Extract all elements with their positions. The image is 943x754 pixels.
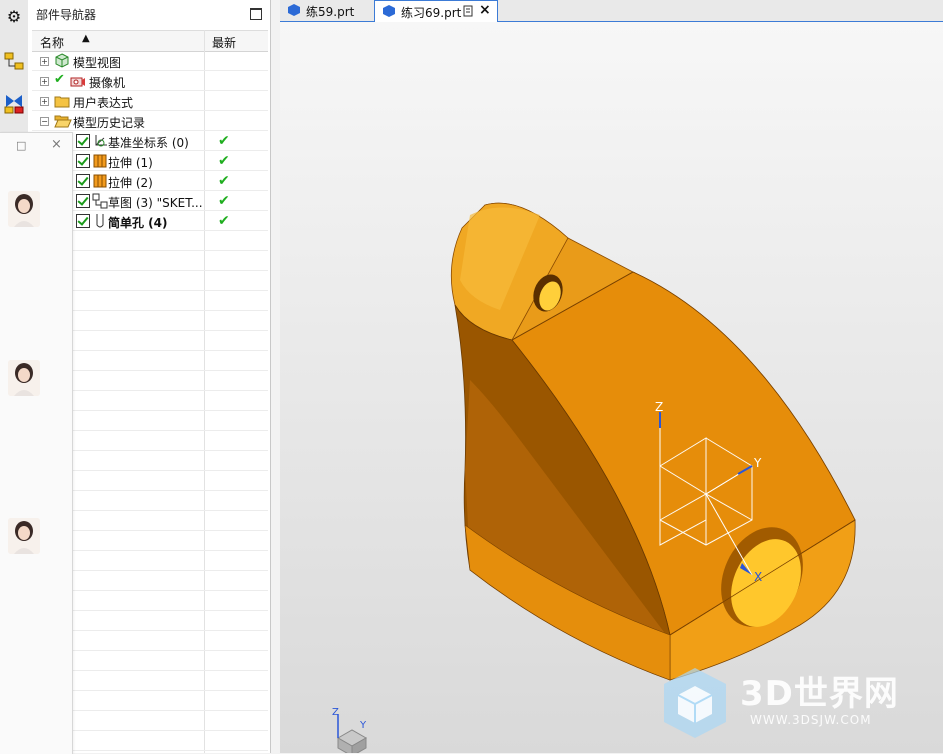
restore-icon[interactable]: □ bbox=[16, 139, 26, 152]
grid-row-line bbox=[32, 110, 268, 111]
avatar[interactable] bbox=[8, 191, 40, 227]
latest-status-icon: ✔ bbox=[218, 153, 230, 169]
watermark-logo-icon bbox=[660, 664, 730, 742]
assembly-navigator-icon[interactable] bbox=[2, 50, 26, 74]
tree-row-label: 摄像机 bbox=[89, 76, 126, 90]
mini-axis-z-label: Z bbox=[332, 707, 339, 718]
latest-status-icon: ✔ bbox=[218, 193, 230, 209]
float-tab-icon[interactable] bbox=[463, 5, 473, 20]
column-name-header[interactable]: 名称 bbox=[40, 34, 64, 51]
settings-gear-icon[interactable]: ⚙ bbox=[2, 4, 26, 28]
tree-row-label: 拉伸 (2) bbox=[108, 176, 153, 190]
mini-axis-y-label: Y bbox=[360, 720, 367, 731]
avatar[interactable] bbox=[8, 360, 40, 396]
close-tab-icon[interactable]: × bbox=[479, 2, 491, 18]
floating-chat-panel: □ × bbox=[0, 132, 73, 754]
folder-icon bbox=[54, 94, 70, 111]
expand-icon[interactable]: + bbox=[40, 97, 49, 106]
visibility-checkbox[interactable] bbox=[76, 214, 90, 228]
part-file-icon bbox=[288, 4, 300, 16]
tree-row-label: 模型视图 bbox=[73, 56, 122, 70]
panel-title: 部件导航器 bbox=[36, 8, 97, 22]
tree-row-label: 模型历史记录 bbox=[73, 116, 146, 130]
constraint-navigator-icon[interactable] bbox=[2, 92, 26, 116]
watermark-url: WWW.3DSJW.COM bbox=[750, 713, 872, 727]
grid-row-line bbox=[32, 90, 268, 91]
tree-row-label: 基准坐标系 (0) bbox=[108, 136, 189, 150]
tree-row-label: 简单孔 (4) bbox=[108, 216, 168, 230]
column-header: 名称 ▲ 最新 bbox=[32, 30, 268, 52]
latest-status-icon: ✔ bbox=[218, 173, 230, 189]
expand-icon[interactable]: + bbox=[40, 57, 49, 66]
folder-open-icon bbox=[54, 114, 72, 131]
tree-row-user-expressions[interactable]: + 用户表达式 bbox=[32, 91, 268, 111]
tree-row-label: 草图 (3) "SKET... bbox=[108, 196, 203, 210]
tree-row-label: 拉伸 (1) bbox=[108, 156, 153, 170]
grid-row-line bbox=[32, 70, 268, 71]
tab-lianxi69[interactable]: 练习69.prt × bbox=[374, 0, 498, 22]
visibility-checkbox[interactable] bbox=[76, 134, 90, 148]
document-tab-bar: 练59.prt 练习69.prt × bbox=[280, 0, 943, 22]
graphics-viewport[interactable]: Z Y X Z Y bbox=[280, 22, 943, 753]
part-model-render[interactable] bbox=[280, 22, 943, 753]
tab-lian59[interactable]: 练59.prt bbox=[280, 0, 370, 21]
latest-status-icon: ✔ bbox=[218, 213, 230, 229]
axis-x-label: X bbox=[754, 570, 763, 584]
latest-status-icon: ✔ bbox=[218, 133, 230, 149]
tab-label: 练习69.prt bbox=[401, 6, 462, 20]
visibility-checkbox[interactable] bbox=[76, 154, 90, 168]
close-icon[interactable]: × bbox=[51, 137, 62, 152]
tree-row-camera[interactable]: + ✔ 摄像机 bbox=[32, 71, 268, 91]
check-mark-icon: ✔ bbox=[54, 72, 65, 87]
watermark-title: 3D世界网 bbox=[740, 674, 899, 714]
grid-row-line bbox=[32, 130, 268, 131]
sort-ascending-icon[interactable]: ▲ bbox=[82, 33, 90, 44]
tree-row-label: 用户表达式 bbox=[73, 96, 134, 110]
part-file-icon bbox=[383, 5, 395, 17]
tree-row-model-history[interactable]: − 模型历史记录 bbox=[32, 111, 268, 131]
maximize-icon[interactable] bbox=[250, 8, 262, 20]
column-latest-header[interactable]: 最新 bbox=[212, 34, 236, 51]
collapse-icon[interactable]: − bbox=[40, 117, 49, 126]
expand-icon[interactable]: + bbox=[40, 77, 49, 86]
axis-y-label: Y bbox=[754, 456, 762, 470]
tab-label: 练59.prt bbox=[306, 5, 355, 19]
axis-z-label: Z bbox=[655, 400, 664, 414]
tree-row-model-views[interactable]: + 模型视图 bbox=[32, 51, 268, 71]
visibility-checkbox[interactable] bbox=[76, 194, 90, 208]
avatar[interactable] bbox=[8, 518, 40, 554]
visibility-checkbox[interactable] bbox=[76, 174, 90, 188]
